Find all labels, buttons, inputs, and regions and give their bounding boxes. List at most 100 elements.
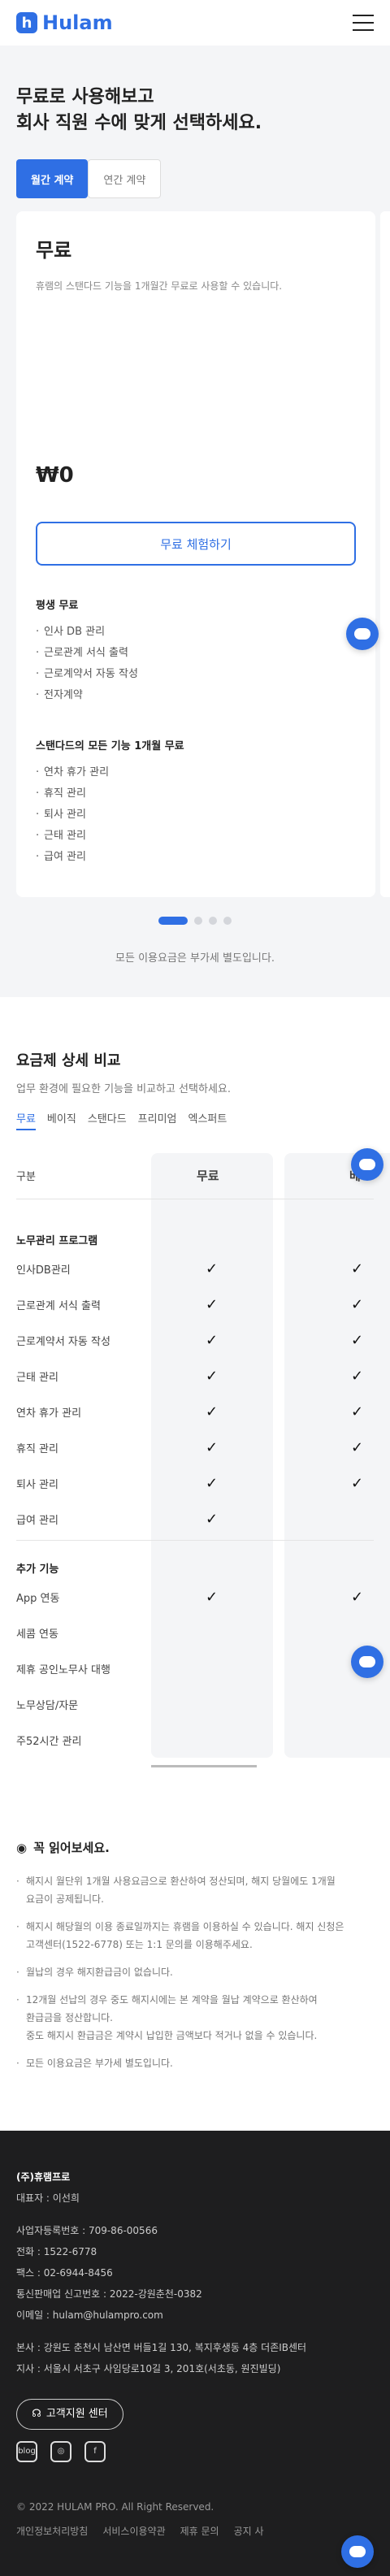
lifetime-feature-list: 인사 DB 관리 근로관계 서식 출력 근로계약서 자동 작성 전자계약 (36, 622, 356, 706)
table-row: 근로계약서 자동 작성 ✓ ✓ (16, 1322, 374, 1358)
table-divider (16, 1540, 374, 1541)
notice-link[interactable]: 공지 사 (234, 2521, 264, 2542)
feature-item: 근로계약서 자동 작성 (36, 664, 356, 685)
email: 이메일 : hulam@hulampro.com (16, 2309, 163, 2321)
logo-text: Hulam (42, 11, 113, 34)
ceo: 대표자 : 이선희 (16, 2192, 80, 2204)
table-row: 근로관계 서식 출력 ✓ ✓ (16, 1286, 374, 1322)
tab-basic[interactable]: 베이직 (47, 1110, 76, 1130)
notice-line: 해지시 해당월의 이용 종료일까지는 휴램을 이용하실 수 있습니다. 해지 신… (26, 1921, 344, 1932)
chat-button[interactable] (346, 618, 379, 650)
feature-label: 퇴사 관리 (16, 1478, 58, 1491)
tab-premium[interactable]: 프리미엄 (138, 1110, 177, 1130)
plan-tabs: 무료 베이직 스탠다드 프리미엄 엑스퍼트 (16, 1110, 374, 1130)
free-trial-button[interactable]: 무료 체험하기 (36, 522, 356, 566)
business-number: 사업자등록번호 : 709-86-00566 (16, 2225, 158, 2236)
monthly-contract-button[interactable]: 월간 계약 (16, 159, 89, 198)
instagram-icon[interactable]: ◎ (50, 2441, 72, 2462)
feature-item: 전자계약 (36, 685, 356, 706)
check-icon: ✓ (206, 1403, 219, 1420)
notice-item: 해지시 해당월의 이용 종료일까지는 휴램을 이용하실 수 있습니다. 해지 신… (16, 1918, 374, 1954)
hero-title-line2: 회사 직원 수에 맞게 선택하세요. (16, 113, 262, 133)
hero-title-line1: 무료로 사용해보고 (16, 87, 154, 107)
header-label: 구분 (16, 1170, 36, 1183)
table-row: 급여 관리 ✓ (16, 1501, 374, 1537)
check-icon: ✓ (351, 1403, 364, 1420)
table-row: App 연동 ✓ ✓ (16, 1579, 374, 1615)
horizontal-scrollbar[interactable] (151, 1765, 257, 1767)
feature-item: 근태 관리 (36, 826, 356, 847)
support-label: 고객지원 센터 (46, 2408, 108, 2420)
privacy-policy-link[interactable]: 개인정보처리방침 (16, 2521, 88, 2542)
table-row: 세콤 연동 (16, 1615, 374, 1650)
table-row: 휴직 관리 ✓ ✓ (16, 1429, 374, 1465)
notice-line: 환급금을 정산합니다. (26, 2012, 113, 2023)
carousel-pagination (16, 917, 374, 925)
hamburger-menu-icon[interactable] (353, 15, 374, 31)
check-icon: ✓ (206, 1510, 219, 1528)
check-icon: ✓ (206, 1331, 219, 1349)
facebook-icon[interactable]: f (84, 2441, 106, 2462)
carousel-dot[interactable] (223, 917, 232, 925)
group-title: 추가 기능 (16, 1563, 59, 1576)
carousel-dot[interactable] (158, 917, 188, 925)
notice-line: 요금이 공제됩니다. (26, 1893, 104, 1905)
headset-icon: ☊ (32, 2408, 41, 2420)
carousel-dot[interactable] (209, 917, 217, 925)
next-plan-card-peek[interactable] (380, 211, 390, 897)
plan-name: 무료 (36, 239, 72, 262)
notice-list: 해지시 월단위 1개월 사용요금으로 환산하여 정산되며, 해지 당월에도 1개… (16, 1872, 374, 2072)
check-icon: ✓ (206, 1588, 219, 1606)
check-icon: ✓ (351, 1474, 364, 1492)
vat-note: 모든 이용요금은 부가세 별도입니다. (115, 952, 275, 965)
notice-line: 중도 해지시 환급금은 계약시 납입한 금액보다 적거나 없을 수 있습니다. (26, 2030, 318, 2041)
feature-item: 근로관계 서식 출력 (36, 643, 356, 664)
chat-button[interactable] (341, 2535, 374, 2568)
notice-line: 해지시 월단위 1개월 사용요금으로 환산하여 정산되며, 해지 당월에도 1개… (26, 1876, 336, 1887)
fax: 팩스 : 02-6944-8456 (16, 2267, 113, 2279)
blog-icon[interactable]: blog (16, 2441, 37, 2462)
check-icon: ✓ (206, 1474, 219, 1492)
group-title: 노무관리 프로그램 (16, 1234, 98, 1247)
hq-address: 본사 : 강원도 춘천시 남산면 버들1길 130, 복지후생동 4층 더존IB… (16, 2342, 307, 2353)
site-footer: (주)휴램프로 대표자 : 이선희 사업자등록번호 : 709-86-00566… (0, 2131, 390, 2576)
feature-label: 주52시간 관리 (16, 1735, 82, 1748)
table-row: 근태 관리 ✓ ✓ (16, 1358, 374, 1394)
tab-standard[interactable]: 스탠다드 (88, 1110, 127, 1130)
compare-title: 요금제 상세 비교 (16, 1052, 121, 1069)
notice-item: 모든 이용요금은 부가세 별도입니다. (16, 2054, 374, 2072)
feature-label: App 연동 (16, 1592, 60, 1605)
partnership-link[interactable]: 제휴 문의 (180, 2521, 219, 2542)
trial-feature-list: 연차 휴가 관리 휴직 관리 퇴사 관리 근태 관리 급여 관리 (36, 762, 356, 868)
tab-expert[interactable]: 엑스퍼트 (188, 1110, 228, 1130)
hulam-logo[interactable]: h Hulam (16, 11, 113, 34)
feature-item: 연차 휴가 관리 (36, 762, 356, 783)
company-name: (주)휴램프로 (16, 2171, 71, 2183)
chat-button[interactable] (351, 1148, 384, 1181)
phone: 전화 : 1522-6778 (16, 2246, 98, 2257)
table-row: 노무상담/자문 (16, 1686, 374, 1722)
plan-comparison: 요금제 상세 비교 업무 환경에 필요한 기능을 비교하고 선택하세요. 무료 … (0, 997, 390, 1800)
check-icon: ✓ (351, 1588, 364, 1606)
tab-free[interactable]: 무료 (16, 1110, 36, 1130)
comparison-table[interactable]: 구분 무료 베 노무관리 프로그램인사DB관리✓✓근로관계 서식 출력✓✓근로계… (16, 1148, 390, 1767)
trial-features-title: 스탠다드의 모든 기능 1개월 무료 (36, 740, 184, 752)
carousel-dot[interactable] (194, 917, 202, 925)
lifetime-free-title: 평생 무료 (36, 600, 79, 612)
feature-label: 연차 휴가 관리 (16, 1407, 82, 1420)
billing-toggle: 월간 계약 연간 계약 (16, 159, 374, 198)
yearly-contract-button[interactable]: 연간 계약 (88, 159, 162, 198)
terms-link[interactable]: 서비스이용약관 (102, 2521, 165, 2542)
notice-line: 12개월 선납의 경우 중도 해지시에는 본 계약을 월납 계약으로 환산하여 (26, 1994, 318, 2006)
notice-title: ◉ 꼭 읽어보세요. (16, 1839, 374, 1856)
check-icon: ✓ (206, 1295, 219, 1313)
notice-section: ◉ 꼭 읽어보세요. 해지시 월단위 1개월 사용요금으로 환산하여 정산되며,… (0, 1800, 390, 2131)
sns-links: blog ◎ f (16, 2441, 374, 2462)
feature-label: 근로계약서 자동 작성 (16, 1335, 110, 1348)
support-center-button[interactable]: ☊ 고객지원 센터 (16, 2399, 124, 2430)
plan-description: 휴램의 스탠다드 기능을 1개월간 무료로 사용할 수 있습니다. (36, 280, 283, 292)
logo-mark-icon: h (16, 12, 37, 33)
check-icon: ✓ (351, 1438, 364, 1456)
notice-item: 해지시 월단위 1개월 사용요금으로 환산하여 정산되며, 해지 당월에도 1개… (16, 1872, 374, 1908)
check-icon: ✓ (351, 1260, 364, 1277)
